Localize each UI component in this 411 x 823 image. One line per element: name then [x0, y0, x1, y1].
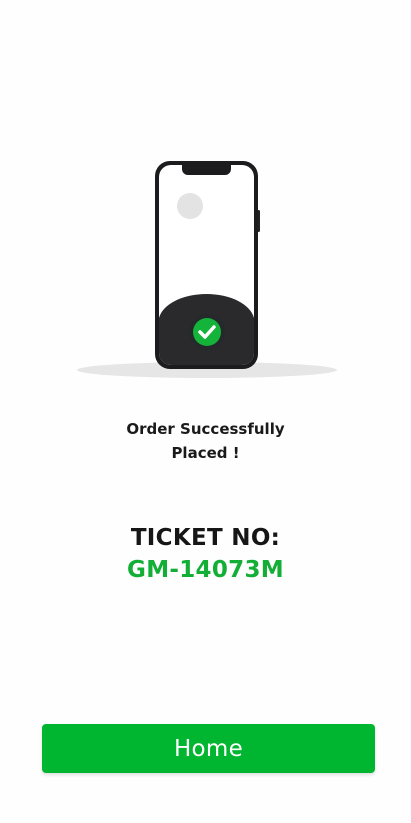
- success-illustration: [0, 150, 411, 385]
- success-message: Order Successfully Placed !: [0, 417, 411, 465]
- ticket-number: GM-14073M: [127, 557, 284, 583]
- phone-avatar-placeholder: [177, 193, 203, 219]
- check-badge: [193, 318, 221, 346]
- home-button[interactable]: Home: [42, 724, 375, 773]
- phone-illustration: [77, 161, 337, 378]
- success-message-line1: Order Successfully: [126, 420, 285, 438]
- success-message-line2: Placed !: [171, 444, 240, 462]
- order-success-screen: Order Successfully Placed ! TICKET NO: G…: [0, 0, 411, 823]
- ticket-label: TICKET NO:: [130, 525, 281, 551]
- phone-notch: [182, 165, 231, 175]
